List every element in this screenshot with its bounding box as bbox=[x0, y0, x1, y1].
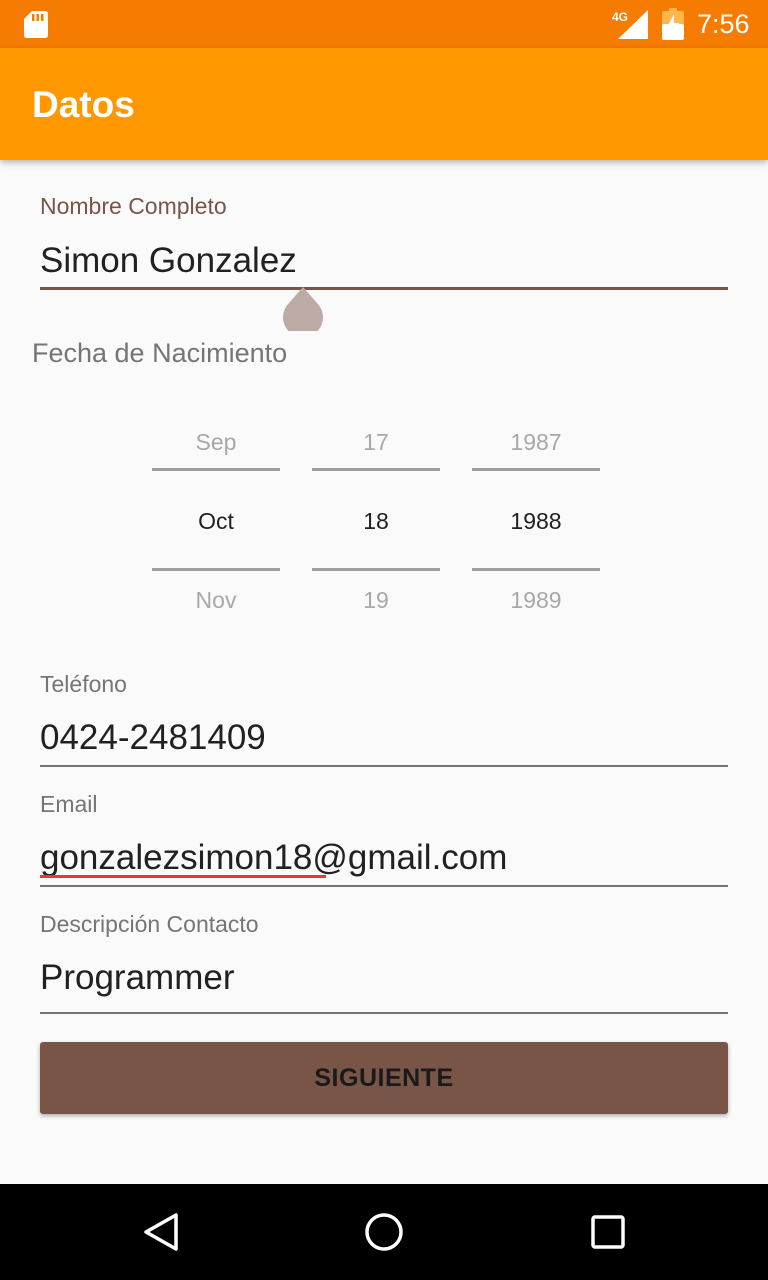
recents-icon[interactable] bbox=[590, 1214, 626, 1250]
signal-icon: 4G bbox=[612, 10, 648, 39]
name-input[interactable]: Simon Gonzalez bbox=[40, 240, 297, 282]
month-next[interactable]: Nov bbox=[152, 586, 280, 614]
email-input[interactable]: gonzalezsimon18@gmail.com bbox=[40, 837, 507, 879]
year-picker[interactable]: 1987 1988 1989 bbox=[472, 425, 600, 615]
birth-date-label: Fecha de Nacimiento bbox=[32, 338, 288, 368]
app-bar: Datos bbox=[0, 48, 768, 160]
clock: 7:56 bbox=[697, 9, 750, 39]
day-picker[interactable]: 17 18 19 bbox=[312, 425, 440, 615]
name-label: Nombre Completo bbox=[40, 193, 227, 219]
day-next[interactable]: 19 bbox=[312, 586, 440, 614]
month-picker[interactable]: Sep Oct Nov bbox=[152, 425, 280, 615]
day-selected[interactable]: 18 bbox=[312, 507, 440, 535]
back-icon[interactable] bbox=[142, 1212, 180, 1252]
status-bar: 4G 7:56 bbox=[0, 0, 768, 48]
network-type: 4G bbox=[612, 10, 628, 24]
picker-divider bbox=[152, 568, 280, 571]
day-prev[interactable]: 17 bbox=[312, 428, 440, 456]
month-selected[interactable]: Oct bbox=[152, 507, 280, 535]
email-label: Email bbox=[40, 791, 98, 817]
description-label: Descripción Contacto bbox=[40, 911, 259, 937]
year-next[interactable]: 1989 bbox=[472, 586, 600, 614]
battery-icon bbox=[662, 8, 684, 40]
next-button[interactable]: SIGUIENTE bbox=[40, 1042, 728, 1114]
sd-card-icon bbox=[24, 11, 48, 38]
picker-divider bbox=[312, 568, 440, 571]
picker-divider bbox=[472, 568, 600, 571]
picker-divider bbox=[472, 468, 600, 471]
year-selected[interactable]: 1988 bbox=[472, 507, 600, 535]
email-underline bbox=[40, 885, 728, 887]
next-button-label: SIGUIENTE bbox=[314, 1063, 454, 1092]
phone-underline bbox=[40, 765, 728, 767]
month-prev[interactable]: Sep bbox=[152, 428, 280, 456]
text-cursor-handle[interactable] bbox=[283, 287, 323, 331]
description-input[interactable]: Programmer bbox=[40, 957, 234, 999]
name-underline bbox=[40, 287, 728, 290]
year-prev[interactable]: 1987 bbox=[472, 428, 600, 456]
app-title: Datos bbox=[32, 84, 135, 125]
description-underline bbox=[40, 1012, 728, 1014]
home-icon[interactable] bbox=[364, 1212, 404, 1252]
phone-label: Teléfono bbox=[40, 671, 127, 697]
picker-divider bbox=[152, 468, 280, 471]
spellcheck-underline bbox=[40, 875, 326, 878]
picker-divider bbox=[312, 468, 440, 471]
phone-input[interactable]: 0424-2481409 bbox=[40, 717, 266, 759]
